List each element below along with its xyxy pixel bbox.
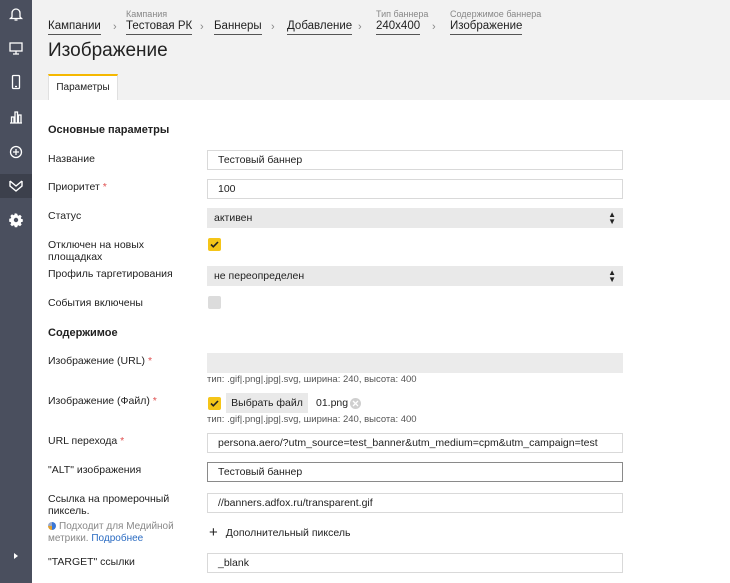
image-url-label: Изображение (URL) * [48,355,153,367]
targeting-select[interactable]: не переопределен ▲ ▼ [207,266,623,286]
image-file-checkbox[interactable] [208,397,221,410]
breadcrumb-campaign: Кампания Тестовая РК [126,9,193,35]
breadcrumb-banners: Баннеры [214,9,262,35]
breadcrumb-link[interactable]: Изображение [450,20,523,35]
mobile-icon[interactable] [0,70,32,94]
settings-icon[interactable] [0,208,32,232]
breadcrumb-link[interactable]: Баннеры [214,20,262,35]
breadcrumb-link[interactable]: 240x400 [376,20,421,35]
breadcrumb-separator-icon: › [200,21,204,33]
breadcrumb-banner-type: Тип баннера 240x400 [376,9,428,35]
targeting-label: Профиль таргетирования [48,268,173,280]
select-arrows-icon: ▲ ▼ [608,210,616,226]
status-value: активен [214,212,253,224]
mediametrics-icon [48,522,56,530]
section-main-title: Основные параметры [48,124,170,136]
pixel-label: Ссылка на промерочный пиксель. [48,493,170,517]
breadcrumb-separator-icon: › [432,21,436,33]
target-label: "TARGET" ссылки [48,556,135,568]
bell-icon[interactable] [0,2,32,26]
breadcrumb-separator-icon: › [271,21,275,33]
page-title: Изображение [48,40,168,61]
alt-label: "ALT" изображения [48,464,142,476]
banner-icon[interactable] [0,174,32,198]
url-label: URL перехода * [48,435,125,447]
stats-icon[interactable] [0,105,32,129]
add-circle-icon[interactable] [0,140,32,164]
disabled-new-checkbox[interactable] [208,238,221,251]
more-link[interactable]: Подробнее [91,533,143,544]
add-pixel-button[interactable]: + Дополнительный пиксель [209,524,351,541]
targeting-value: не переопределен [214,270,305,282]
alt-input[interactable]: Тестовый баннер [207,462,623,482]
expand-icon[interactable] [0,549,32,563]
image-url-input[interactable] [207,353,623,373]
image-file-label: Изображение (Файл) * [48,395,157,407]
breadcrumb-separator-icon: › [113,21,117,33]
pixel-note: Подходит для Медийной метрики. Подробнее [48,521,174,544]
status-select[interactable]: активен ▲ ▼ [207,208,623,228]
pixel-input[interactable]: //banners.adfox.ru/transparent.gif [207,493,623,513]
plus-icon: + [209,524,218,541]
breadcrumb-link[interactable]: Тестовая РК [126,20,193,35]
target-input[interactable]: _blank [207,553,623,573]
section-content-title: Содержимое [48,327,118,339]
clear-file-icon[interactable] [350,398,361,409]
status-label: Статус [48,210,82,222]
select-arrows-icon: ▲ ▼ [608,268,616,284]
breadcrumb-banner-content: Содержимое баннера Изображение [450,9,541,35]
priority-input[interactable]: 100 [207,179,623,199]
breadcrumb-add: Добавление [287,9,353,35]
breadcrumb-campaigns: Кампании [48,9,101,35]
image-file-hint: тип: .gif|.png|.jpg|.svg, ширина: 240, в… [207,414,417,425]
file-name: 01.png [316,397,349,409]
monitor-icon[interactable] [0,36,32,60]
events-checkbox[interactable] [208,296,221,309]
breadcrumb-separator-icon: › [358,21,362,33]
add-pixel-label: Дополнительный пиксель [225,527,351,539]
name-label: Название [48,153,95,165]
breadcrumb-link[interactable]: Добавление [287,20,353,35]
header: Кампании › Кампания Тестовая РК › Баннер… [32,0,730,100]
breadcrumb-link[interactable]: Кампании [48,20,101,35]
tab-parameters[interactable]: Параметры [48,74,118,100]
events-label: События включены [48,297,143,309]
disabled-new-label: Отключен на новых площадках [48,239,145,263]
image-url-hint: тип: .gif|.png|.jpg|.svg, ширина: 240, в… [207,374,417,385]
priority-label: Приоритет * [48,181,107,193]
name-input[interactable]: Тестовый баннер [207,150,623,170]
url-input[interactable]: persona.aero/?utm_source=test_banner&utm… [207,433,623,453]
choose-file-button[interactable]: Выбрать файл [226,393,308,413]
sidebar [0,0,32,583]
